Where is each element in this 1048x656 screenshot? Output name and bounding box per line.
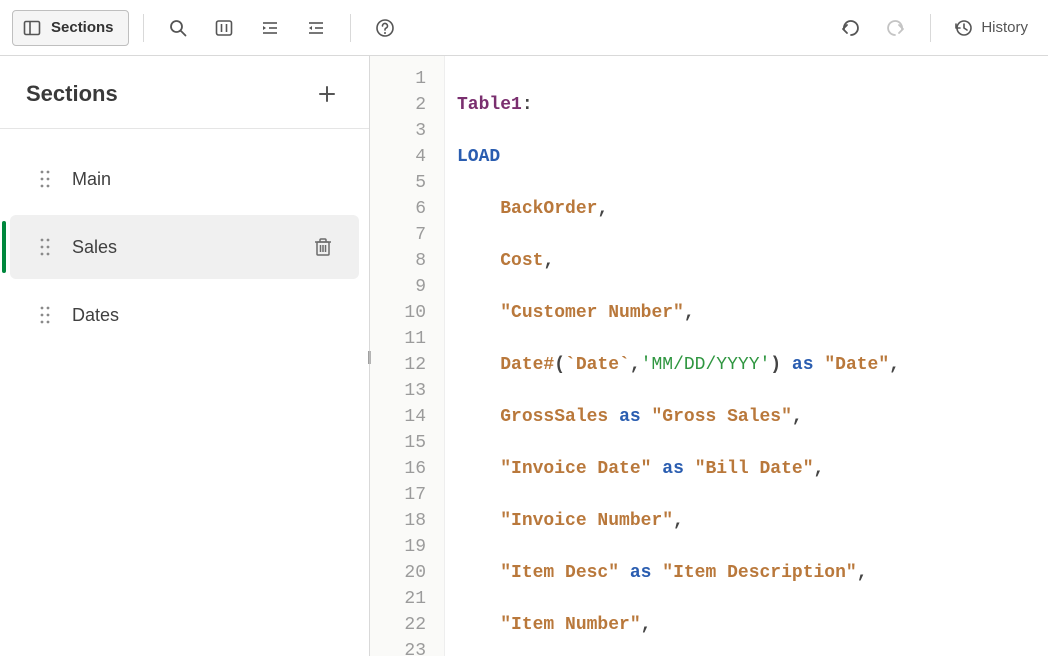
undo-icon	[839, 18, 861, 38]
comment-icon	[214, 18, 234, 38]
plus-icon	[317, 84, 337, 104]
section-label: Dates	[72, 305, 337, 326]
toolbar-separator	[930, 14, 931, 42]
line-number: 19	[370, 534, 444, 560]
line-number: 6	[370, 196, 444, 222]
history-icon	[953, 18, 973, 38]
panel-icon	[23, 19, 41, 37]
line-number: 3	[370, 118, 444, 144]
section-label: Main	[72, 169, 337, 190]
line-number: 15	[370, 430, 444, 456]
code-area[interactable]: Table1: LOAD BackOrder, Cost, "Customer …	[445, 56, 1048, 656]
outdent-icon	[306, 18, 326, 38]
line-number: 12	[370, 352, 444, 378]
indent-button[interactable]	[250, 10, 290, 46]
redo-icon	[885, 18, 907, 38]
line-number: 5	[370, 170, 444, 196]
line-number: 21	[370, 586, 444, 612]
toolbar-separator	[143, 14, 144, 42]
trash-icon	[314, 237, 332, 257]
line-number: 4	[370, 144, 444, 170]
line-number-gutter: 1234567891011121314151617181920212223	[370, 56, 445, 656]
drag-handle-icon[interactable]	[40, 238, 50, 256]
redo-button[interactable]	[876, 10, 916, 46]
toolbar-separator	[350, 14, 351, 42]
script-editor[interactable]: 1234567891011121314151617181920212223 Ta…	[370, 56, 1048, 656]
line-number: 22	[370, 612, 444, 638]
line-number: 17	[370, 482, 444, 508]
drag-handle-icon[interactable]	[40, 170, 50, 188]
history-button[interactable]: History	[945, 10, 1036, 46]
sections-toggle-button[interactable]: Sections	[12, 10, 129, 46]
search-button[interactable]	[158, 10, 198, 46]
delete-section-button[interactable]	[309, 233, 337, 261]
line-number: 10	[370, 300, 444, 326]
line-number: 23	[370, 638, 444, 656]
line-number: 7	[370, 222, 444, 248]
line-number: 2	[370, 92, 444, 118]
comment-button[interactable]	[204, 10, 244, 46]
line-number: 1	[370, 66, 444, 92]
undo-button[interactable]	[830, 10, 870, 46]
section-item-sales[interactable]: Sales	[10, 215, 359, 279]
section-item-main[interactable]: Main	[10, 147, 359, 211]
line-number: 11	[370, 326, 444, 352]
sections-toggle-label: Sections	[51, 19, 114, 36]
sections-sidebar: Sections Main Sales	[0, 56, 370, 656]
line-number: 16	[370, 456, 444, 482]
help-icon	[375, 18, 395, 38]
line-number: 13	[370, 378, 444, 404]
resize-handle-icon[interactable]: ||	[367, 348, 370, 364]
outdent-button[interactable]	[296, 10, 336, 46]
section-label: Sales	[72, 237, 287, 258]
section-list: Main Sales Dates	[0, 129, 369, 351]
line-number: 20	[370, 560, 444, 586]
drag-handle-icon[interactable]	[40, 306, 50, 324]
line-number: 18	[370, 508, 444, 534]
line-number: 8	[370, 248, 444, 274]
toolbar: Sections History	[0, 0, 1048, 56]
search-icon	[168, 18, 188, 38]
section-item-dates[interactable]: Dates	[10, 283, 359, 347]
add-section-button[interactable]	[311, 78, 343, 110]
line-number: 9	[370, 274, 444, 300]
help-button[interactable]	[365, 10, 405, 46]
line-number: 14	[370, 404, 444, 430]
indent-icon	[260, 18, 280, 38]
history-label: History	[981, 19, 1028, 36]
sections-title: Sections	[26, 81, 118, 107]
